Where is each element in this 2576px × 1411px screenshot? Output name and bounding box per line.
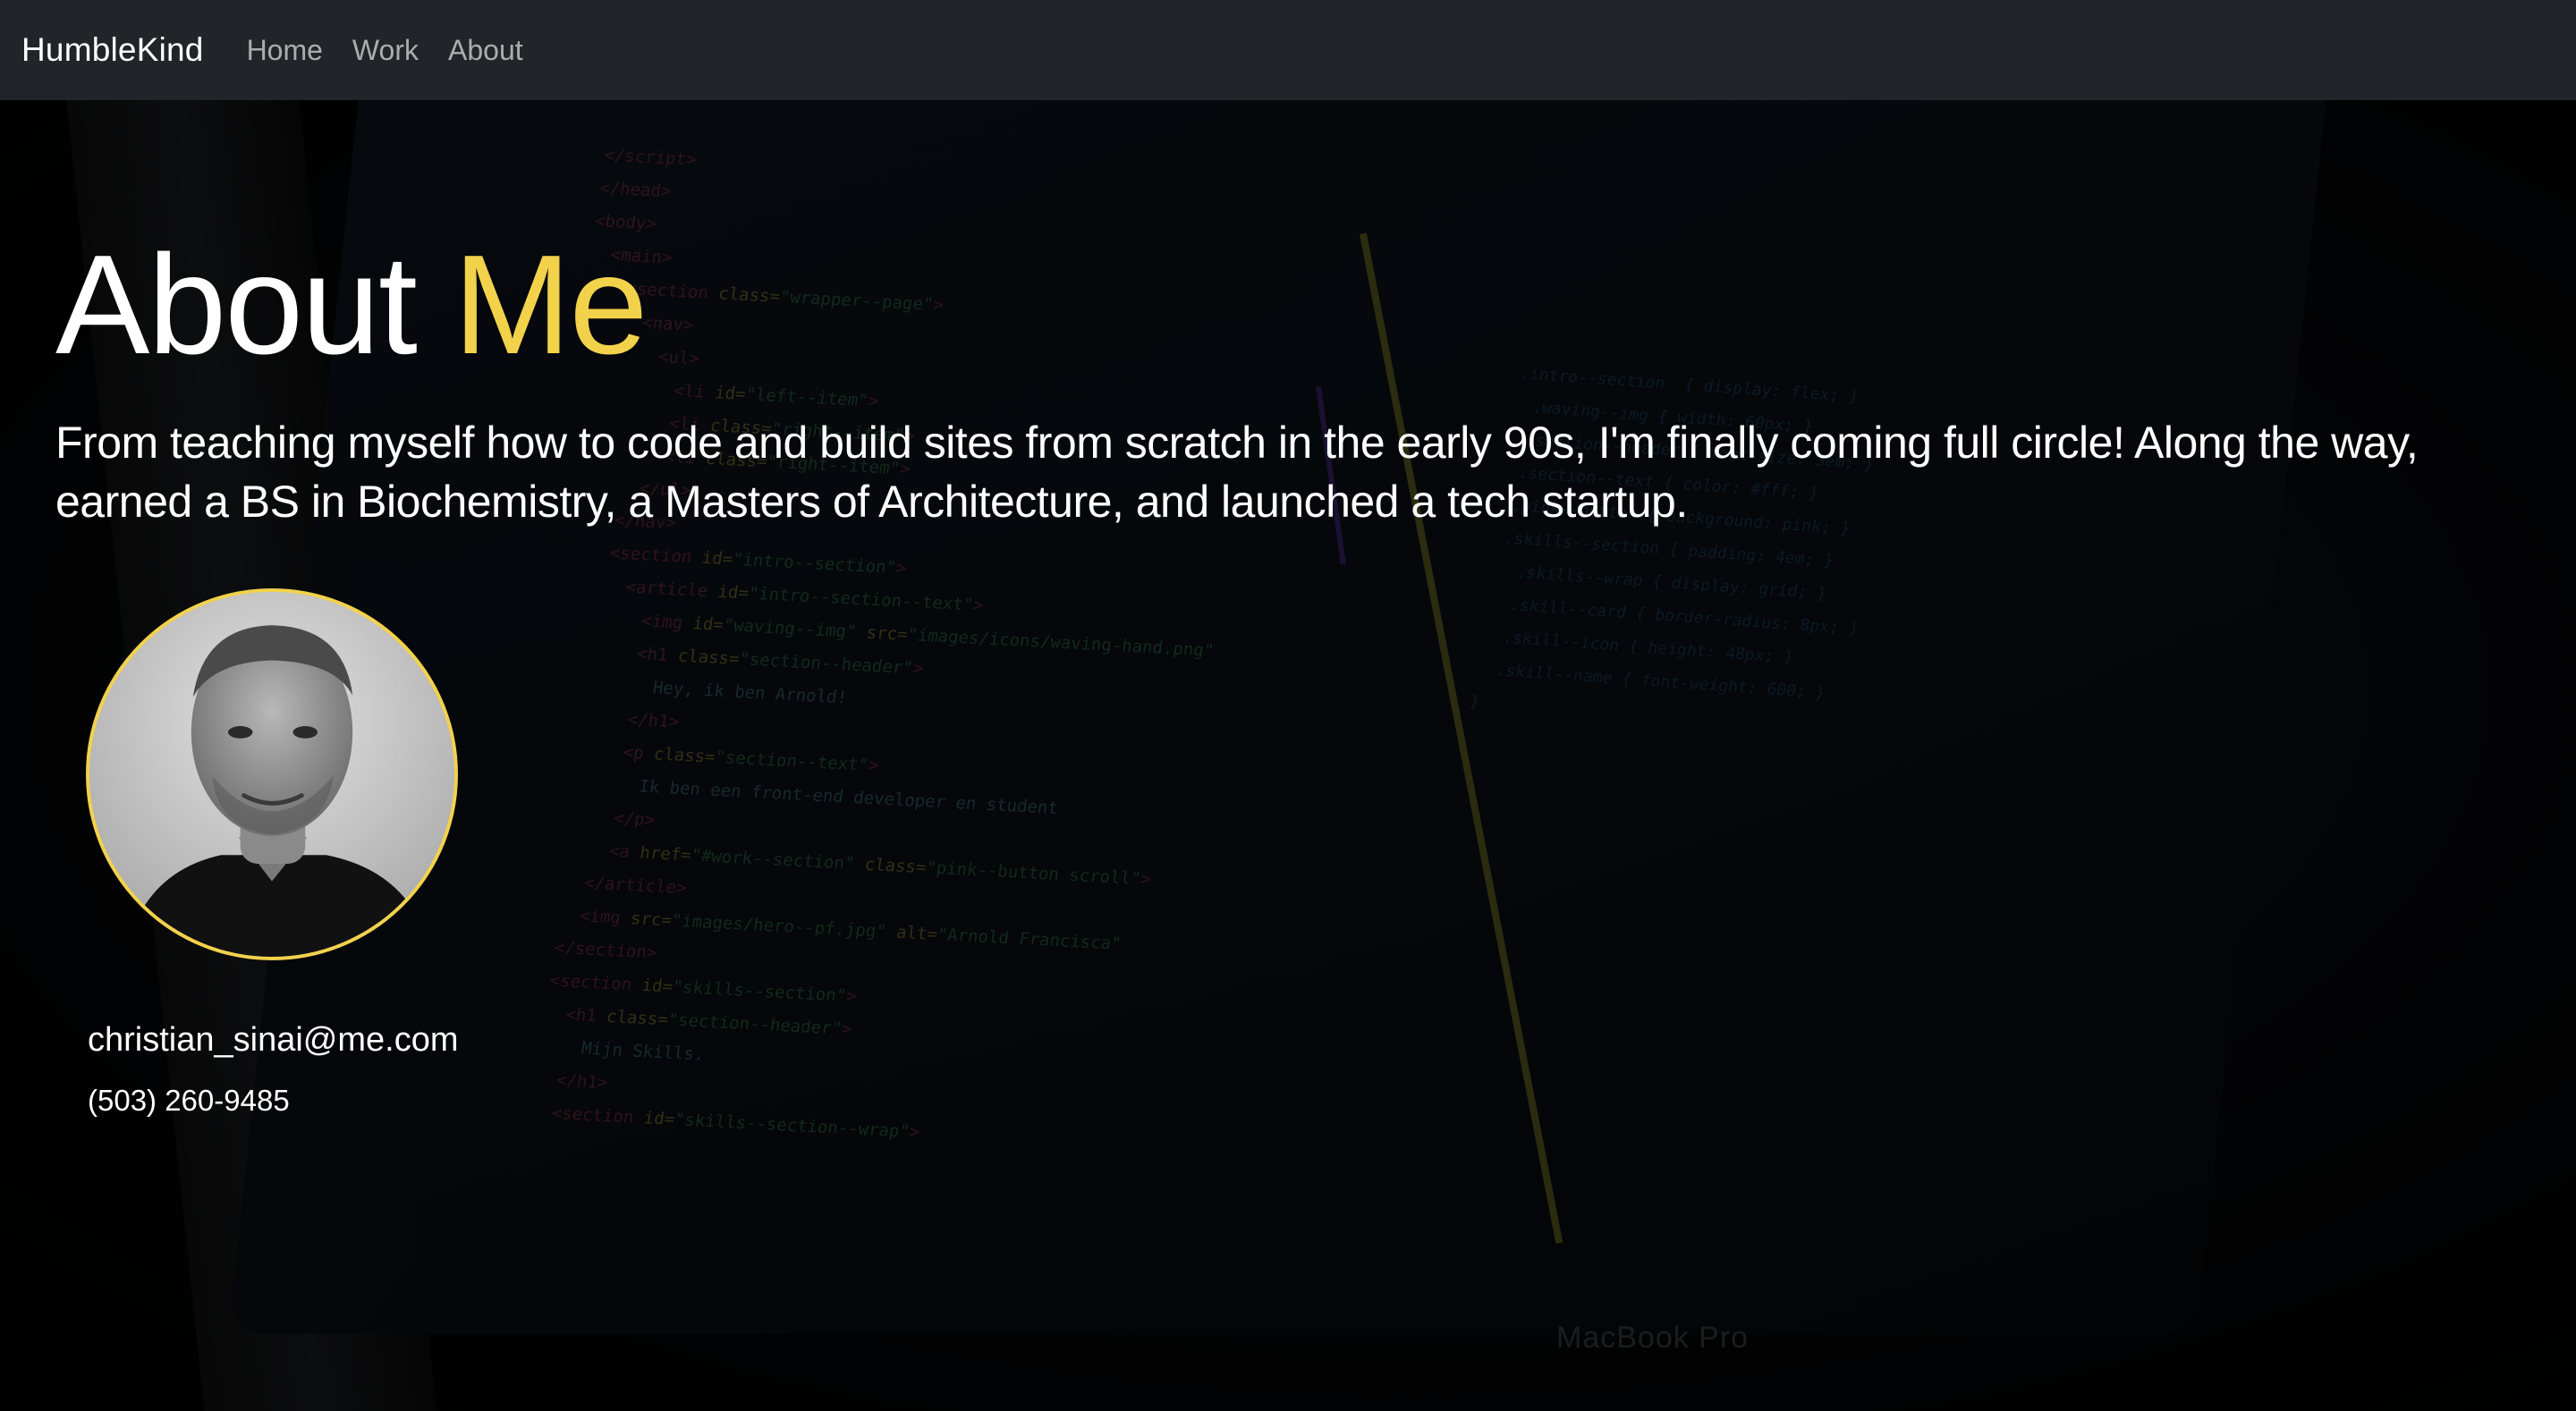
hero-content: About Me From teaching myself how to cod… [0,100,2576,1411]
nav-link-work[interactable]: Work [352,34,419,67]
page-title-prefix: About [55,226,418,384]
phone-number: (503) 260-9485 [88,1084,290,1117]
brand-logo-link[interactable]: HumbleKind [21,31,204,69]
navbar: HumbleKind Home Work About [0,0,2576,100]
email-link[interactable]: christian_sinai@me.com [88,1021,459,1060]
page-title: About Me [55,234,648,376]
profile-photo-portrait [89,592,454,957]
hero-section: </script> </head> <body> <main> <section… [0,100,2576,1411]
page-title-accent: Me [453,226,648,384]
nav-link-about[interactable]: About [448,34,523,67]
nav-link-home[interactable]: Home [247,34,323,67]
profile-photo [86,588,458,960]
intro-paragraph: From teaching myself how to code and bui… [55,418,2419,527]
